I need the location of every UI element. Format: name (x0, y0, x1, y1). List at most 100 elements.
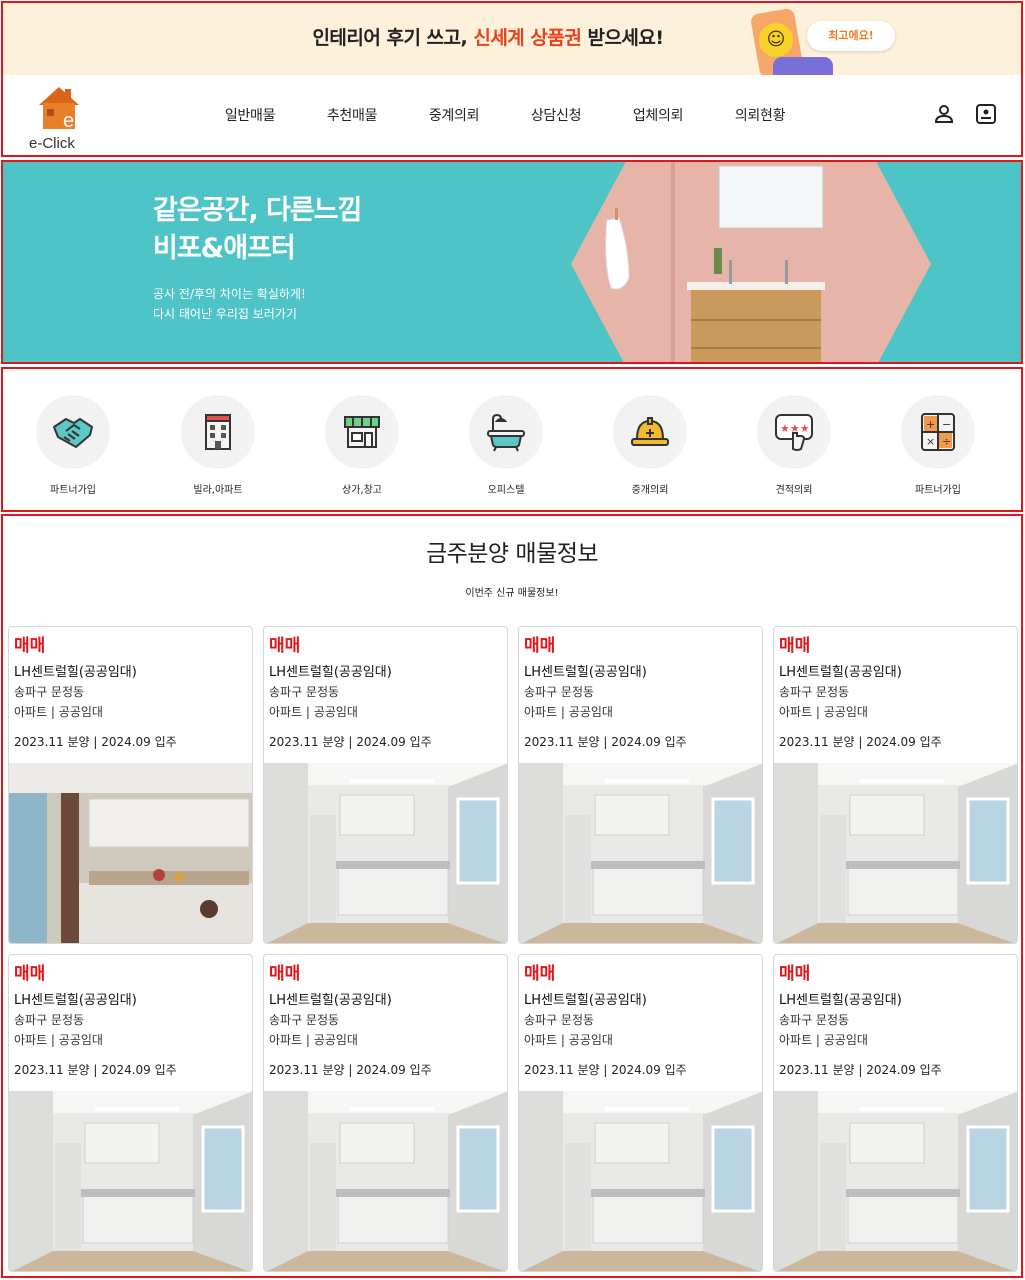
nav-item-general[interactable]: 일반매물 (199, 105, 301, 125)
property-photo (9, 1091, 252, 1271)
category-label: 오피스텔 (487, 485, 525, 496)
deal-type-badge: 매매 (524, 636, 556, 656)
building-icon (205, 414, 231, 450)
property-name: LH센트럴힐(공공임대) (14, 665, 137, 680)
property-name: LH센트럴힐(공공임대) (14, 993, 137, 1008)
category-brokerage-request[interactable]: 중개의뢰 (590, 395, 710, 496)
listing-card[interactable]: 매매 LH센트럴힐(공공임대) 송파구 문정동 아파트 | 공공임대 2023.11 분… (773, 626, 1018, 944)
review-stars-icon: ★★★ (775, 414, 813, 451)
promo-text-after: 받으세요! (581, 27, 664, 49)
banner-subtitle: 공사 전/후의 차이는 확실하게! 다시 태어난 우리집 보러가기 (153, 284, 306, 324)
property-schedule: 2023.11 분양 | 2024.09 입주 (14, 735, 177, 749)
property-location: 송파구 문정동 (779, 1013, 850, 1027)
category-label: 빌라,아파트 (193, 485, 243, 496)
property-schedule: 2023.11 분양 | 2024.09 입주 (269, 735, 432, 749)
property-location: 송파구 문정동 (524, 1013, 595, 1027)
property-type: 아파트 | 공공임대 (524, 1033, 613, 1047)
category-label: 중개의뢰 (631, 485, 669, 496)
listing-card[interactable]: 매매 LH센트럴힐(공공임대) 송파구 문정동 아파트 | 공공임대 2023.11 분… (263, 954, 508, 1272)
calculator-icon: + − × ÷ (921, 413, 955, 451)
property-location: 송파구 문정동 (14, 685, 85, 699)
listing-card[interactable]: 매매 LH센트럴힐(공공임대) 송파구 문정동 아파트 | 공공임대 2023.11 분… (518, 954, 763, 1272)
property-schedule: 2023.11 분양 | 2024.09 입주 (524, 1063, 687, 1077)
property-location: 송파구 문정동 (14, 1013, 85, 1027)
property-location: 송파구 문정동 (524, 685, 595, 699)
nav-item-request-status[interactable]: 의뢰현황 (709, 105, 811, 125)
property-photo (519, 1091, 762, 1271)
svg-text:×: × (926, 435, 935, 448)
user-icon[interactable] (933, 103, 955, 125)
house-logo-icon: e (39, 87, 79, 131)
hard-hat-icon (631, 417, 669, 446)
listing-card[interactable]: 매매 LH센트럴힐(공공임대) 송파구 문정동 아파트 | 공공임대 2023.11 분… (518, 626, 763, 944)
svg-text:−: − (942, 418, 951, 431)
listing-section: 금주분양 매물정보 이번주 신규 매물정보! 매매 LH센트럴힐(공공임대) 송파구… (1, 514, 1023, 1278)
promo-banner[interactable]: 인테리어 후기 쓰고, 신세계 상품권 받으세요! ☺ 최고에요! (3, 3, 1021, 79)
property-schedule: 2023.11 분양 | 2024.09 입주 (14, 1063, 177, 1077)
listing-card[interactable]: 매매 LH센트럴힐(공공임대) 송파구 문정동 아파트 | 공공임대 2023.11 분… (263, 626, 508, 944)
property-name: LH센트럴힐(공공임대) (269, 993, 392, 1008)
promo-text-highlight: 신세계 상품권 (473, 27, 582, 49)
property-photo (774, 763, 1017, 943)
category-partner-join[interactable]: 파트너가입 (13, 395, 133, 496)
nav-item-consultation[interactable]: 상담신청 (505, 105, 607, 125)
banner-title-line2: 비포&애프터 (153, 233, 296, 264)
category-label: 견적의뢰 (775, 485, 813, 496)
category-estimate-request[interactable]: ★★★ 견적의뢰 (734, 395, 854, 496)
hero-banner[interactable]: 같은공간, 다른느낌 비포&애프터 공사 전/후의 차이는 확실하게! 다시 태… (1, 160, 1023, 364)
banner-title-line1: 같은공간, 다른느낌 (153, 195, 362, 226)
listing-card[interactable]: 매매 LH센트럴힐(공공임대) 송파구 문정동아파트 | 공공임대 2023.11 분… (8, 954, 253, 1272)
category-label: 파트너가입 (50, 485, 96, 496)
site-logo[interactable]: e e-Click (25, 81, 95, 152)
deal-type-badge: 매매 (269, 636, 301, 656)
property-name: LH센트럴힐(공공임대) (779, 665, 902, 680)
main-nav: 일반매물 추천매물 중계의뢰 상담신청 업체의뢰 의뢰현황 (199, 105, 811, 125)
property-type: 아파트 | 공공임대 (524, 705, 613, 719)
svg-text:e: e (63, 110, 74, 131)
property-photo (264, 763, 507, 943)
store-icon (344, 416, 380, 448)
property-schedule: 2023.11 분양 | 2024.09 입주 (269, 1063, 432, 1077)
logo-text: e-Click (29, 135, 75, 152)
property-photo (519, 763, 762, 943)
property-type: 아파트 | 공공임대 (779, 1033, 868, 1047)
property-photo (9, 763, 252, 943)
property-type: 아파트 | 공공임대 (14, 1033, 103, 1047)
category-store-warehouse[interactable]: 상가,창고 (302, 395, 422, 496)
category-label: 상가,창고 (342, 485, 382, 496)
bathroom-image (571, 162, 931, 362)
nav-item-recommended[interactable]: 추천매물 (301, 105, 403, 125)
deal-type-badge: 매매 (524, 964, 556, 984)
deal-type-badge: 매매 (779, 964, 811, 984)
listing-title: 금주분양 매물정보 (425, 541, 599, 567)
category-officetel[interactable]: 오피스텔 (446, 395, 566, 496)
nav-item-brokerage[interactable]: 중계의뢰 (403, 105, 505, 125)
deal-type-badge: 매매 (779, 636, 811, 656)
listing-card[interactable]: 매매 LH센트럴힐(공공임대) 송파구 문정동아파트 | 공공임대 2023.11 분… (773, 954, 1018, 1272)
bathtub-icon (487, 413, 525, 452)
category-partner-join-2[interactable]: + − × ÷ 파트너가입 (878, 395, 998, 496)
deal-type-badge: 매매 (14, 636, 46, 656)
site-header: 인테리어 후기 쓰고, 신세계 상품권 받으세요! ☺ 최고에요! e e-Cl… (1, 1, 1023, 157)
deal-type-badge: 매매 (14, 964, 46, 984)
property-schedule: 2023.11 분양 | 2024.09 입주 (524, 735, 687, 749)
listing-subtitle: 이번주 신규 매물정보! (465, 588, 559, 599)
listing-card[interactable]: 매매 LH센트럴힐(공공임대) 송파구 문정동 아파트 | 공공임대 2023.11 분… (8, 626, 253, 944)
deal-type-badge: 매매 (269, 964, 301, 984)
navbar: e e-Click 일반매물 추천매물 중계의뢰 상담신청 업체의뢰 의뢰현황 (3, 75, 1021, 155)
happy-face-icon: ☺ (759, 23, 793, 57)
nav-item-vendor-request[interactable]: 업체의뢰 (607, 105, 709, 125)
property-type: 아파트 | 공공임대 (779, 705, 868, 719)
property-type: 아파트 | 공공임대 (269, 705, 358, 719)
category-label: 파트너가입 (915, 485, 961, 496)
property-name: LH센트럴힐(공공임대) (779, 993, 902, 1008)
svg-text:÷: ÷ (942, 435, 951, 448)
category-villa-apartment[interactable]: 빌라,아파트 (158, 395, 278, 496)
property-schedule: 2023.11 분양 | 2024.09 입주 (779, 1063, 942, 1077)
property-location: 송파구 문정동 (269, 685, 340, 699)
hand-illustration (773, 57, 833, 75)
property-location: 송파구 문정동 (779, 685, 850, 699)
account-card-icon[interactable] (975, 103, 997, 125)
property-location: 송파구 문정동 (269, 1013, 340, 1027)
banner-sub-line2: 다시 태어난 우리집 보러가기 (153, 307, 297, 321)
